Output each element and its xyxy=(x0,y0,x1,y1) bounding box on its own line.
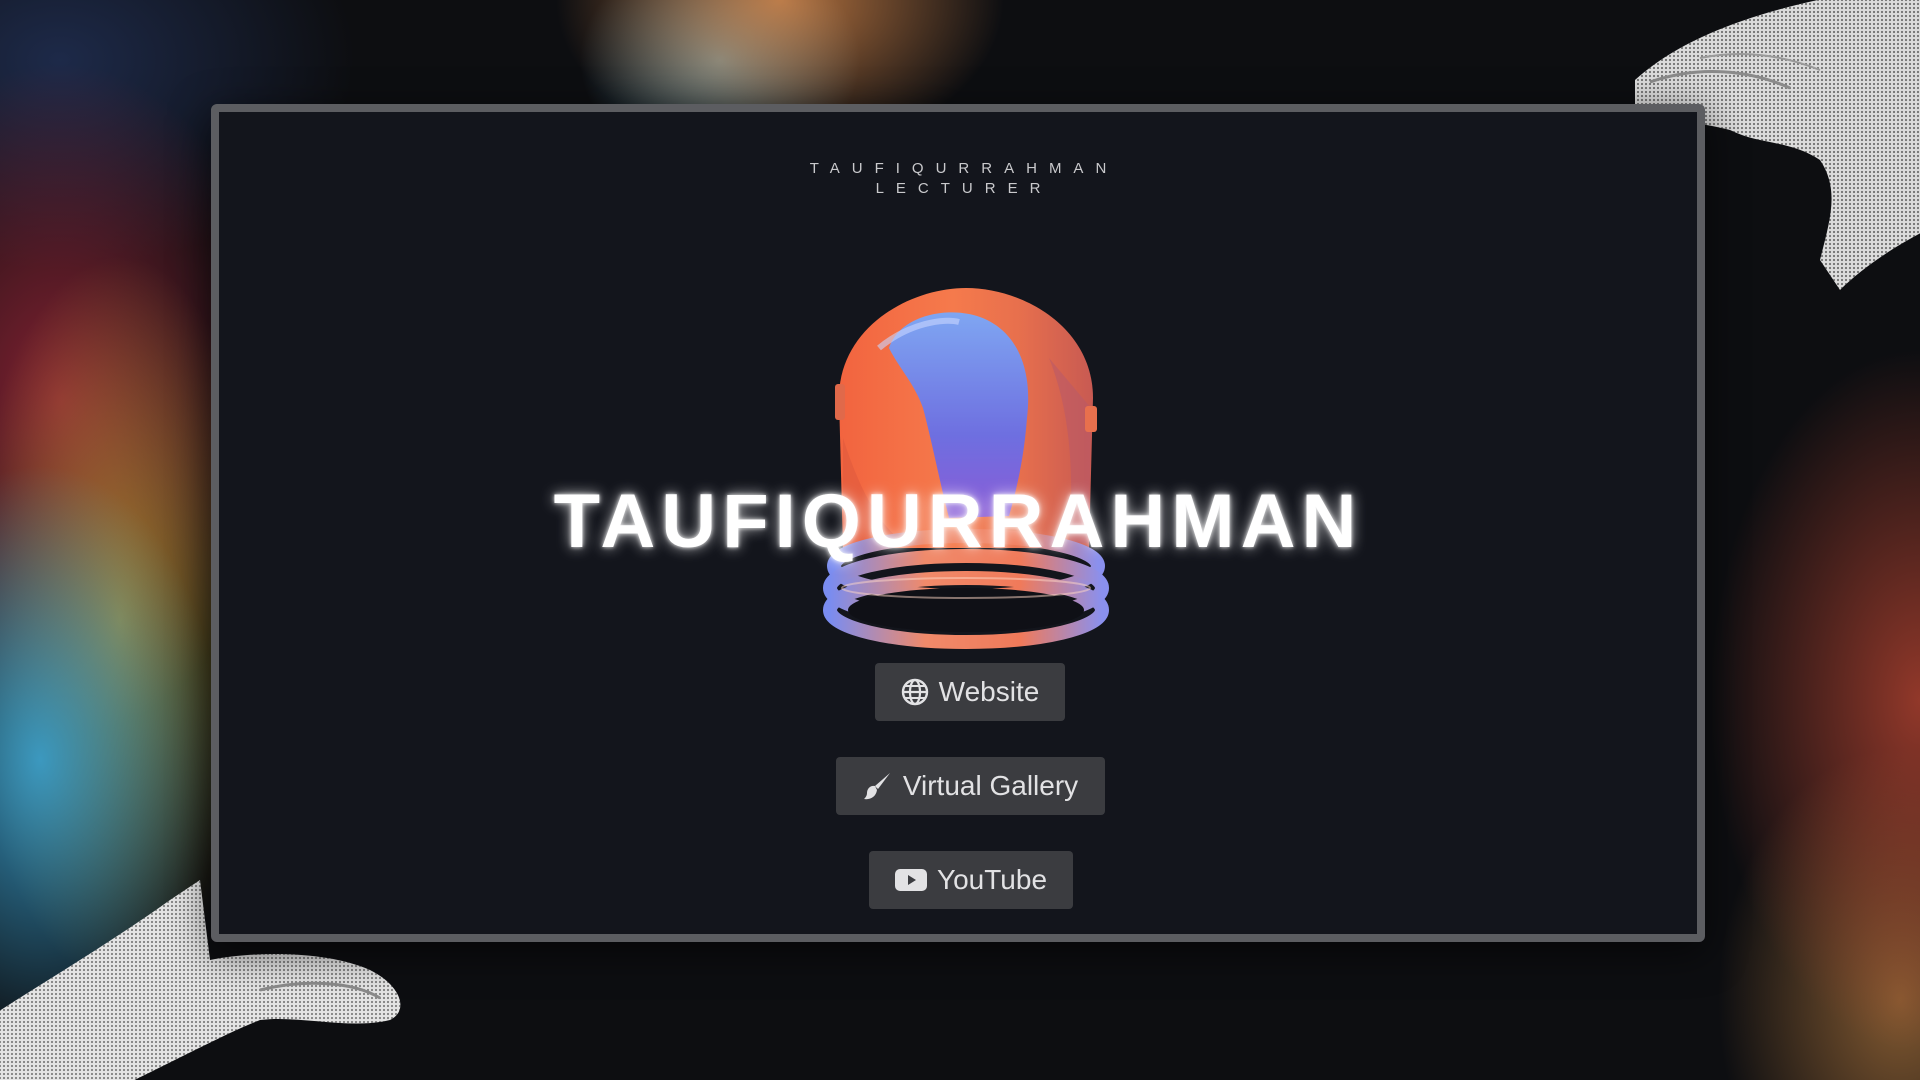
youtube-button-label: YouTube xyxy=(936,864,1048,895)
hero-title: TAUFIQURRAHMAN xyxy=(553,479,1363,564)
desktop-background: TAUFIQURRAHMAN LECTURER TAUFIQURRAHMAN W… xyxy=(0,0,1920,1080)
paintbrush-icon xyxy=(863,773,890,800)
website-button[interactable]: Website xyxy=(875,663,1065,721)
virtual-gallery-button-label: Virtual Gallery xyxy=(902,770,1079,801)
virtual-gallery-button[interactable]: Virtual Gallery xyxy=(836,757,1105,815)
youtube-icon xyxy=(894,869,927,891)
site-owner-role: LECTURER xyxy=(875,180,1053,197)
website-button-label: Website xyxy=(938,676,1040,707)
browser-window: TAUFIQURRAHMAN LECTURER TAUFIQURRAHMAN W… xyxy=(211,104,1705,942)
youtube-button[interactable]: YouTube xyxy=(869,851,1073,909)
astronaut-helmet-illustration xyxy=(823,288,1109,649)
site-owner-name: TAUFIQURRAHMAN xyxy=(809,160,1119,177)
globe-icon xyxy=(901,678,928,706)
